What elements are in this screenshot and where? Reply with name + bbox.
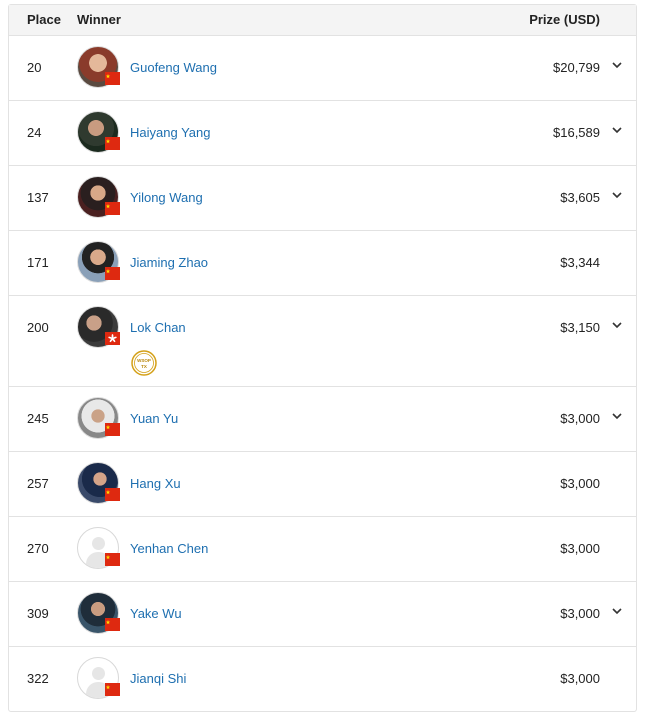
- place-value: 137: [27, 190, 49, 205]
- table-row[interactable]: 137 Yilong Wang $3,605: [9, 166, 636, 231]
- place-value: 257: [27, 476, 49, 491]
- avatar[interactable]: [77, 592, 120, 634]
- table-row[interactable]: 20 Guofeng Wang $20,799: [9, 36, 636, 101]
- avatar[interactable]: [77, 462, 120, 504]
- winner-name-link[interactable]: Lok Chan: [130, 320, 186, 335]
- prize-value: $3,150: [560, 320, 600, 335]
- winner-name-link[interactable]: Guofeng Wang: [130, 60, 217, 75]
- column-header-prize[interactable]: Prize (USD): [529, 12, 600, 27]
- prize-value: $20,799: [553, 60, 600, 75]
- column-header-winner: Winner: [77, 12, 121, 27]
- china-flag-icon: [105, 553, 120, 566]
- avatar[interactable]: [77, 46, 120, 88]
- chevron-down-icon[interactable]: [610, 188, 624, 202]
- badge-text-top: WSOP: [137, 358, 151, 363]
- avatar[interactable]: [77, 241, 120, 283]
- avatar[interactable]: [77, 176, 120, 218]
- avatar[interactable]: [77, 306, 120, 348]
- winner-name-link[interactable]: Jianqi Shi: [130, 671, 186, 686]
- winner-name-link[interactable]: Yuan Yu: [130, 411, 178, 426]
- hong-kong-flag-icon: [105, 332, 120, 345]
- china-flag-icon: [105, 72, 120, 85]
- winner-name-link[interactable]: Haiyang Yang: [130, 125, 210, 140]
- table-header: Place Winner Prize (USD): [9, 5, 636, 36]
- chevron-down-icon[interactable]: [610, 409, 624, 423]
- table-row[interactable]: 245 Yuan Yu $3,000: [9, 387, 636, 452]
- table-row[interactable]: 309 Yake Wu $3,000: [9, 582, 636, 647]
- place-value: 270: [27, 541, 49, 556]
- winner-name-link[interactable]: Jiaming Zhao: [130, 255, 208, 270]
- china-flag-icon: [105, 423, 120, 436]
- table-row[interactable]: 24 Haiyang Yang $16,589: [9, 101, 636, 166]
- avatar[interactable]: [77, 657, 120, 699]
- place-value: 245: [27, 411, 49, 426]
- prize-value: $3,000: [560, 671, 600, 686]
- prize-value: $3,000: [560, 476, 600, 491]
- prize-value: $3,000: [560, 541, 600, 556]
- place-value: 171: [27, 255, 49, 270]
- chevron-down-icon[interactable]: [610, 604, 624, 618]
- avatar[interactable]: [77, 397, 120, 439]
- avatar[interactable]: [77, 527, 120, 569]
- china-flag-icon: [105, 267, 120, 280]
- avatar[interactable]: [77, 111, 120, 153]
- column-header-place: Place: [27, 12, 61, 27]
- place-value: 20: [27, 60, 42, 75]
- place-value: 309: [27, 606, 49, 621]
- prize-value: $3,605: [560, 190, 600, 205]
- chevron-down-icon[interactable]: [610, 58, 624, 72]
- table-row[interactable]: 200 Lok Chan WSOP TX $3,150: [9, 296, 636, 387]
- winner-name-link[interactable]: Yenhan Chen: [130, 541, 208, 556]
- table-row[interactable]: 257 Hang Xu $3,000: [9, 452, 636, 517]
- prize-value: $3,344: [560, 255, 600, 270]
- table-row[interactable]: 322 Jianqi Shi $3,000: [9, 647, 636, 711]
- prize-value: $3,000: [560, 606, 600, 621]
- china-flag-icon: [105, 683, 120, 696]
- prize-value: $3,000: [560, 411, 600, 426]
- place-value: 200: [27, 320, 49, 335]
- winner-name-link[interactable]: Yake Wu: [130, 606, 182, 621]
- china-flag-icon: [105, 137, 120, 150]
- place-value: 24: [27, 125, 42, 140]
- results-table: Place Winner Prize (USD) 20 Guofeng Wang…: [8, 4, 637, 712]
- china-flag-icon: [105, 202, 120, 215]
- chevron-down-icon[interactable]: [610, 318, 624, 332]
- wsop-bracelet-icon[interactable]: WSOP TX: [131, 350, 157, 376]
- table-row[interactable]: 171 Jiaming Zhao $3,344: [9, 231, 636, 296]
- china-flag-icon: [105, 488, 120, 501]
- table-row[interactable]: 270 Yenhan Chen $3,000: [9, 517, 636, 582]
- place-value: 322: [27, 671, 49, 686]
- badge-text-bottom: TX: [141, 364, 147, 369]
- winner-name-link[interactable]: Hang Xu: [130, 476, 181, 491]
- prize-value: $16,589: [553, 125, 600, 140]
- chevron-down-icon[interactable]: [610, 123, 624, 137]
- winner-name-link[interactable]: Yilong Wang: [130, 190, 203, 205]
- china-flag-icon: [105, 618, 120, 631]
